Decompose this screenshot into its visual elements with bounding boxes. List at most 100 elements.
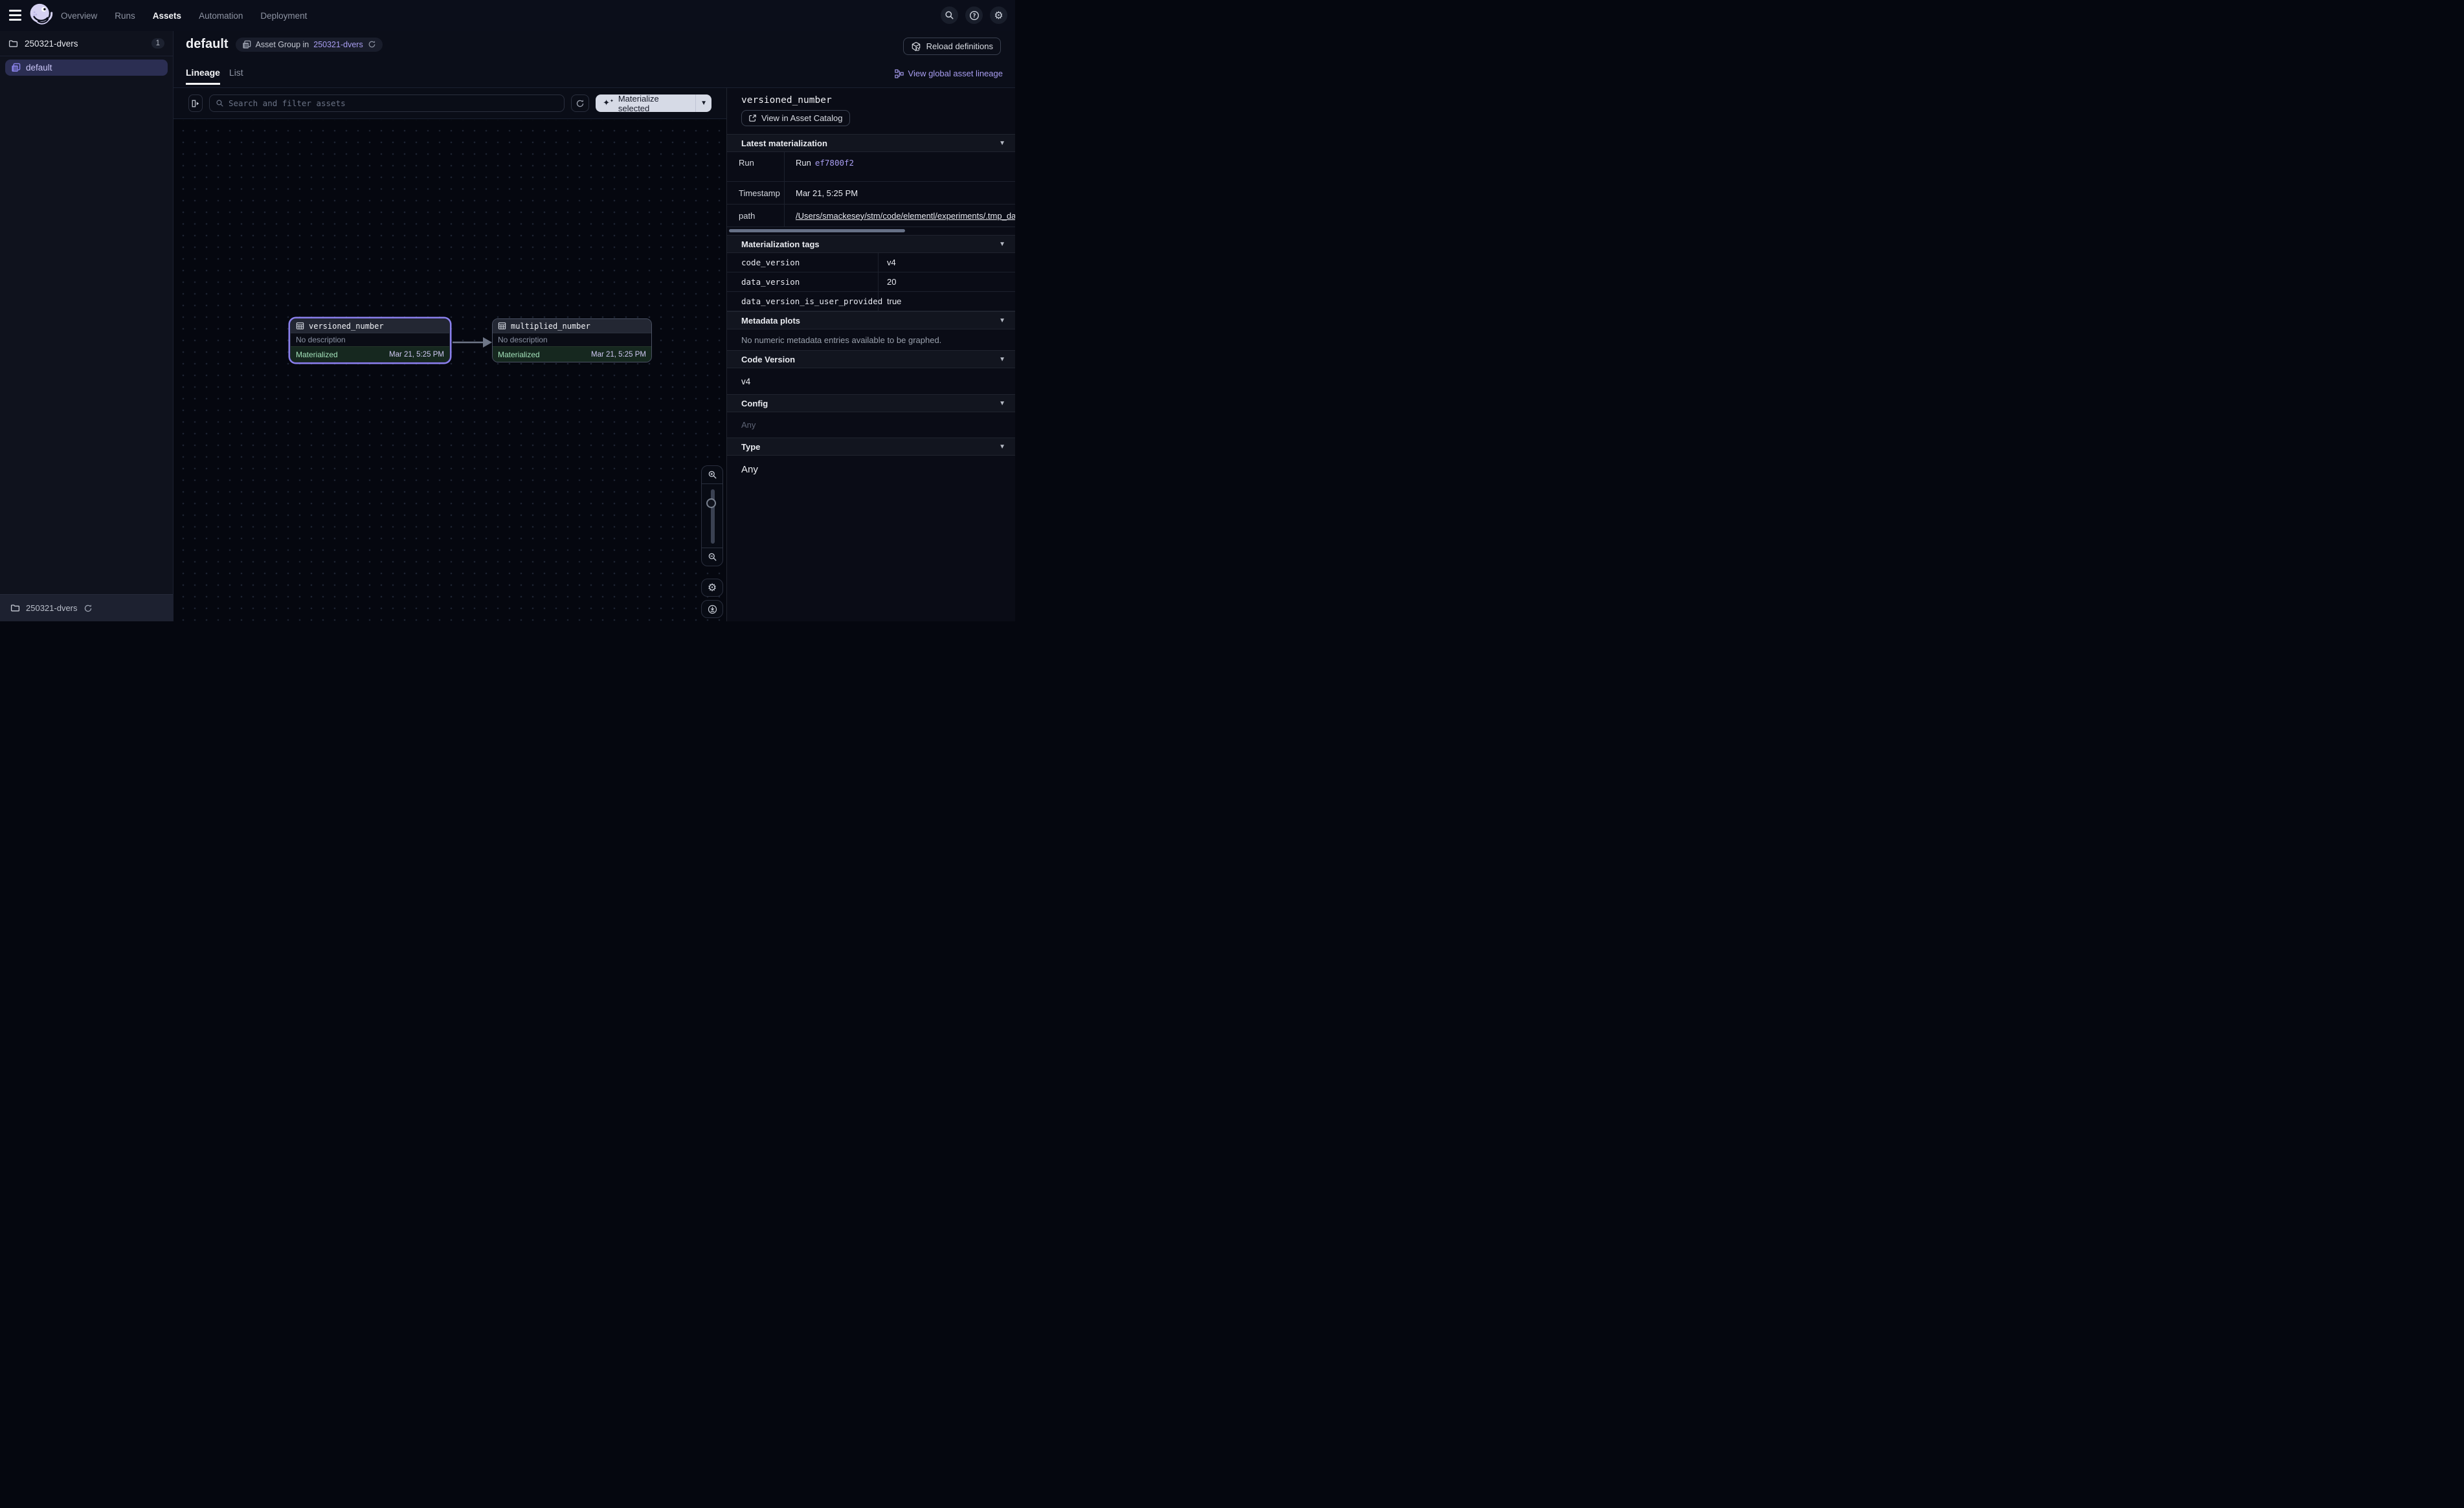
help-button[interactable]: ? [965, 6, 983, 24]
refresh-graph-button[interactable] [571, 94, 589, 112]
sidebar-repo-name: 250321-dvers [25, 39, 145, 49]
latest-run-row: Run Run ef7800f2 [727, 152, 1015, 182]
section-heading: Code Version [741, 355, 795, 364]
sidebar-item-default[interactable]: default [5, 60, 168, 76]
collapse-caret-icon: ▼ [999, 317, 1005, 324]
asset-node-versioned-number[interactable]: versioned_number No description Material… [290, 318, 450, 362]
run-key: Run [727, 152, 785, 181]
section-materialization-tags[interactable]: Materialization tags ▼ [727, 235, 1015, 253]
tag-row-code-version: code_version v4 [727, 253, 1015, 272]
nav-deployment[interactable]: Deployment [260, 11, 307, 21]
search-icon [945, 10, 954, 20]
asset-node-multiplied-number[interactable]: multiplied_number No description Materia… [492, 318, 652, 362]
section-latest-materialization[interactable]: Latest materialization ▼ [727, 134, 1015, 152]
zoom-group [701, 465, 723, 566]
view-in-asset-catalog-button[interactable]: View in Asset Catalog [741, 110, 850, 126]
sync-icon[interactable] [368, 40, 376, 49]
timestamp-key: Timestamp [727, 182, 785, 204]
zoom-slider-thumb[interactable] [706, 498, 716, 508]
lineage-graph-canvas[interactable]: versioned_number No description Material… [174, 120, 726, 621]
latest-timestamp-row: Timestamp Mar 21, 5:25 PM [727, 182, 1015, 205]
reload-definitions-button[interactable]: Reload definitions [903, 38, 1001, 55]
run-value: Run ef7800f2 [785, 152, 1015, 181]
svg-text:?: ? [972, 13, 976, 19]
run-id-link[interactable]: ef7800f2 [815, 158, 854, 168]
zoom-slider-track[interactable] [711, 489, 715, 544]
badge-repo-link[interactable]: 250321-dvers [313, 40, 363, 49]
asset-group-badge[interactable]: Asset Group in 250321-dvers [236, 38, 383, 52]
menu-icon[interactable] [9, 10, 21, 21]
nav-automation[interactable]: Automation [199, 11, 243, 21]
sidebar-repo-row[interactable]: 250321-dvers 1 [0, 31, 173, 56]
asset-node-status-row: Materialized Mar 21, 5:25 PM [493, 346, 651, 362]
section-metadata-plots[interactable]: Metadata plots ▼ [727, 311, 1015, 329]
asset-node-description: No description [291, 333, 449, 346]
type-value: Any [727, 456, 1015, 483]
primary-nav: Overview Runs Assets Automation Deployme… [61, 0, 307, 31]
run-word: Run [796, 158, 811, 168]
path-link[interactable]: /Users/smackesey/stm/code/elementl/exper… [796, 211, 1015, 221]
download-icon [708, 604, 717, 614]
zoom-out-button[interactable] [702, 548, 722, 566]
view-global-lineage-label: View global asset lineage [908, 69, 1003, 78]
zoom-out-icon [708, 552, 717, 562]
reload-cube-icon [911, 41, 921, 52]
tab-lineage[interactable]: Lineage [186, 67, 220, 85]
search-icon [216, 99, 224, 107]
view-global-lineage-link[interactable]: View global asset lineage [895, 69, 1003, 78]
tab-list[interactable]: List [229, 67, 243, 85]
search-button[interactable] [941, 6, 958, 24]
config-value: Any [727, 412, 1015, 438]
materialize-selected-button[interactable]: ✦✦ Materialize selected ▼ [596, 94, 711, 112]
asset-group-icon [11, 63, 21, 72]
selected-asset-title: versioned_number [741, 95, 832, 105]
section-heading: Materialization tags [741, 239, 820, 249]
nav-assets[interactable]: Assets [153, 11, 181, 21]
asset-node-description: No description [493, 333, 651, 346]
tag-row-data-version: data_version 20 [727, 272, 1015, 292]
materialized-time: Mar 21, 5:25 PM [389, 351, 444, 359]
footer-repo-name: 250321-dvers [26, 603, 78, 613]
expand-sidebar-panel-button[interactable] [188, 94, 203, 112]
chevron-down-icon: ▼ [700, 100, 707, 107]
badge-prefix: Asset Group in [256, 40, 309, 49]
asset-node-header: multiplied_number [493, 319, 651, 333]
download-graph-button[interactable] [701, 600, 723, 618]
scrollbar-thumb[interactable] [729, 229, 905, 232]
dagster-logo-icon[interactable] [27, 2, 54, 29]
metadata-plots-empty-text: No numeric metadata entries available to… [727, 329, 1015, 350]
sidebar-asset-count: 1 [151, 38, 164, 49]
graph-settings-button[interactable]: ⚙ [701, 579, 723, 597]
materialize-label: Materialize selected [618, 94, 688, 112]
folder-icon [10, 603, 20, 613]
zoom-in-icon [708, 470, 717, 480]
section-config[interactable]: Config ▼ [727, 394, 1015, 412]
materialize-dropdown-button[interactable]: ▼ [695, 94, 711, 112]
section-heading: Type [741, 442, 760, 452]
asset-details-panel: versioned_number View in Asset Catalog L… [726, 88, 1015, 621]
nav-overview[interactable]: Overview [61, 11, 97, 21]
search-input[interactable] [229, 98, 558, 108]
materialize-main[interactable]: ✦✦ Materialize selected [596, 94, 695, 112]
asset-node-name: multiplied_number [511, 322, 590, 331]
collapse-caret-icon: ▼ [999, 241, 1005, 248]
settings-button[interactable]: ⚙ [990, 6, 1007, 24]
asset-node-header: versioned_number [291, 319, 449, 333]
zoom-slider[interactable] [702, 483, 722, 548]
gear-icon: ⚙ [708, 582, 717, 593]
view-tabs: Lineage List [186, 67, 243, 85]
zoom-in-button[interactable] [702, 466, 722, 483]
reload-repo-icon[interactable] [84, 604, 93, 613]
page-header: default Asset Group in 250321-dvers Relo… [174, 31, 1015, 88]
tag-value: true [879, 292, 1015, 311]
sidebar-footer: 250321-dvers [0, 594, 173, 621]
asset-search-box[interactable] [209, 94, 565, 112]
section-type[interactable]: Type ▼ [727, 438, 1015, 456]
lineage-graph-icon [895, 69, 904, 78]
table-icon [296, 322, 304, 330]
nav-runs[interactable]: Runs [115, 11, 135, 21]
refresh-icon [576, 99, 585, 108]
section-code-version[interactable]: Code Version ▼ [727, 350, 1015, 368]
tag-value: v4 [879, 253, 1015, 272]
section-heading: Config [741, 399, 768, 408]
